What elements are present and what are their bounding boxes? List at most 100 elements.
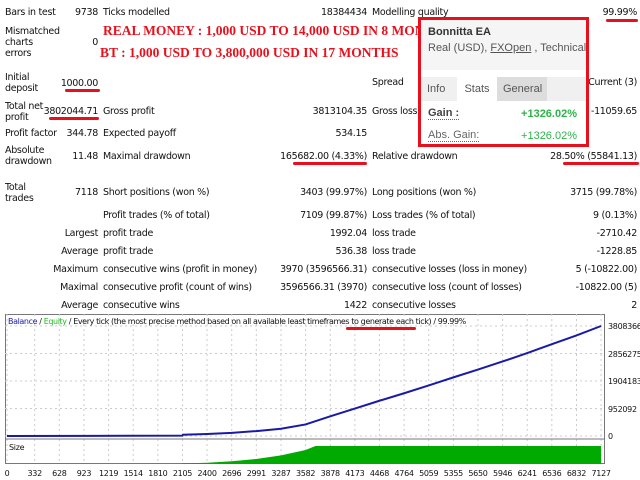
tab-general[interactable]: General: [497, 77, 547, 101]
row-value: 1422: [344, 300, 367, 311]
real-money-banner: REAL MONEY : 1,000 USD TO 14,000 USD IN …: [103, 23, 452, 38]
row-label: Short positions (won %): [103, 187, 210, 198]
y-tick-label: 2856275: [608, 349, 640, 359]
x-tick-label: 332: [27, 469, 42, 478]
popup-subtitle: Real (USD), FXOpen , Technical , Auto: [428, 42, 586, 55]
row-label-2: loss trade: [372, 228, 416, 239]
row-prefix: Maximum: [53, 264, 98, 275]
x-tick-label: 4468: [369, 469, 389, 478]
x-tick-label: 4764: [394, 469, 414, 478]
row-value: 3970 (3596566.31): [280, 264, 367, 275]
mismatched-label-3: errors: [5, 48, 32, 59]
legend-equity: Equity: [43, 317, 67, 326]
total-net-profit-value: 3802044.71: [43, 106, 99, 117]
initial-deposit-value: 1000.00: [60, 78, 98, 89]
row-value-2: -1228.85: [596, 246, 638, 257]
size-panel-label: Size: [9, 443, 25, 452]
tab-info[interactable]: Info: [421, 77, 451, 101]
x-tick-label: 3878: [320, 469, 340, 478]
relative-drawdown-value: 28.50% (55841.13): [550, 151, 637, 162]
legend-balance: Balance: [8, 317, 38, 326]
broker-link[interactable]: FXOpen: [490, 42, 531, 54]
initial-deposit-label-1: Initial: [5, 72, 30, 83]
y-tick-label: 1904183: [608, 377, 640, 386]
initial-deposit-label-2: deposit: [5, 83, 38, 94]
total-trades-value: 7118: [75, 187, 98, 198]
absolute-drawdown-value: 11.48: [72, 151, 98, 162]
row-label: consecutive wins: [103, 300, 180, 311]
row-prefix: Average: [61, 246, 98, 257]
x-tick-label: 0: [4, 469, 10, 478]
row-prefix: Average: [61, 300, 98, 311]
row-value-2: 3715 (99.78%): [570, 187, 637, 198]
gain-value: +1326.02%: [521, 108, 577, 120]
x-tick-label: 7127: [591, 469, 611, 478]
x-tick-label: 5946: [493, 469, 513, 478]
myfxbook-popup: Bonnitta EA Real (USD), FXOpen , Technic…: [418, 17, 589, 147]
backtest-banner: BT : 1,000 USD TO 3,800,000 USD IN 17 MO…: [100, 45, 399, 60]
row-label: Profit trades (% of total): [103, 210, 210, 221]
row-prefix: Largest: [64, 228, 99, 239]
bars-in-test-value: 9738: [75, 7, 98, 18]
balance-equity-chart: Balance / Equity / Every tick (the most …: [5, 314, 605, 464]
ticks-modelled-value: 18384434: [321, 7, 367, 18]
account-tags: , Technical , Auto: [534, 42, 586, 54]
row-label-2: consecutive losses: [372, 300, 456, 311]
row-value-2: 2: [631, 300, 637, 311]
gain-label: Gain :: [428, 107, 460, 120]
size-area: [182, 446, 602, 464]
tab-stats[interactable]: Stats: [457, 77, 497, 101]
row-value-2: -10822.00 (5): [575, 282, 638, 293]
x-tick-label: 5059: [419, 469, 439, 478]
x-tick-label: 6241: [517, 469, 537, 478]
total-trades-label-1: Total: [5, 182, 26, 193]
popup-title: Bonnitta EA: [428, 26, 491, 38]
expected-payoff-value: 534.15: [335, 128, 368, 139]
mismatched-value: 0: [92, 37, 98, 48]
x-tick-label: 2105: [172, 469, 193, 478]
legend-description: / Every tick (the most precise method ba…: [66, 317, 467, 326]
profit-factor-value: 344.78: [66, 128, 99, 139]
row-label-2: loss trade: [372, 246, 416, 257]
abs-gain-label: Abs. Gain:: [428, 129, 480, 142]
account-type: Real (USD),: [428, 42, 491, 54]
x-tick-label: 1810: [148, 469, 168, 478]
y-tick-label: 3808366: [608, 322, 640, 331]
x-tick-label: 5650: [468, 469, 488, 478]
mismatched-label-2: charts: [5, 37, 33, 48]
row-value-2: 5 (-10822.00): [575, 264, 638, 275]
x-tick-label: 2991: [246, 469, 266, 478]
row-label: profit trade: [103, 246, 153, 257]
gross-profit-value: 3813104.35: [312, 106, 368, 117]
row-value-2: -2710.42: [596, 228, 638, 239]
gross-loss-label: Gross loss: [372, 106, 418, 117]
y-tick-label: 952092: [608, 404, 637, 414]
row-value-2: 9 (0.13%): [593, 210, 637, 221]
row-value: 7109 (99.87%): [300, 210, 367, 221]
row-label: consecutive profit (count of wins): [103, 282, 252, 293]
row-label-2: Long positions (won %): [372, 187, 477, 198]
x-tick-label: 6536: [542, 469, 562, 478]
row-label: profit trade: [103, 228, 153, 239]
row-value: 536.38: [335, 246, 368, 257]
x-tick-label: 3287: [271, 469, 291, 478]
x-tick-label: 628: [52, 469, 67, 478]
x-tick-label: 6832: [566, 469, 587, 478]
x-tick-label: 2400: [197, 469, 217, 478]
row-label-2: consecutive losses (loss in money): [372, 264, 527, 275]
row-value: 3596566.31 (3970): [280, 282, 367, 293]
spread-label: Spread: [372, 77, 404, 88]
x-tick-label: 1219: [99, 469, 119, 478]
relative-drawdown-label: Relative drawdown: [372, 151, 458, 162]
ticks-modelled-label: Ticks modelled: [103, 7, 170, 18]
x-tick-label: 923: [76, 469, 92, 478]
row-label-2: consecutive loss (count of losses): [372, 282, 522, 293]
mismatched-label-1: Mismatched: [5, 26, 60, 37]
total-net-profit-label-1: Total net: [5, 101, 44, 112]
row-prefix: Maximal: [60, 282, 98, 293]
chart-legend: Balance / Equity / Every tick (the most …: [8, 316, 466, 327]
total-trades-label-2: trades: [5, 193, 34, 204]
x-tick-label: 4173: [345, 469, 365, 478]
total-net-profit-label-2: profit: [5, 112, 29, 123]
row-value: 3403 (99.97%): [300, 187, 367, 198]
